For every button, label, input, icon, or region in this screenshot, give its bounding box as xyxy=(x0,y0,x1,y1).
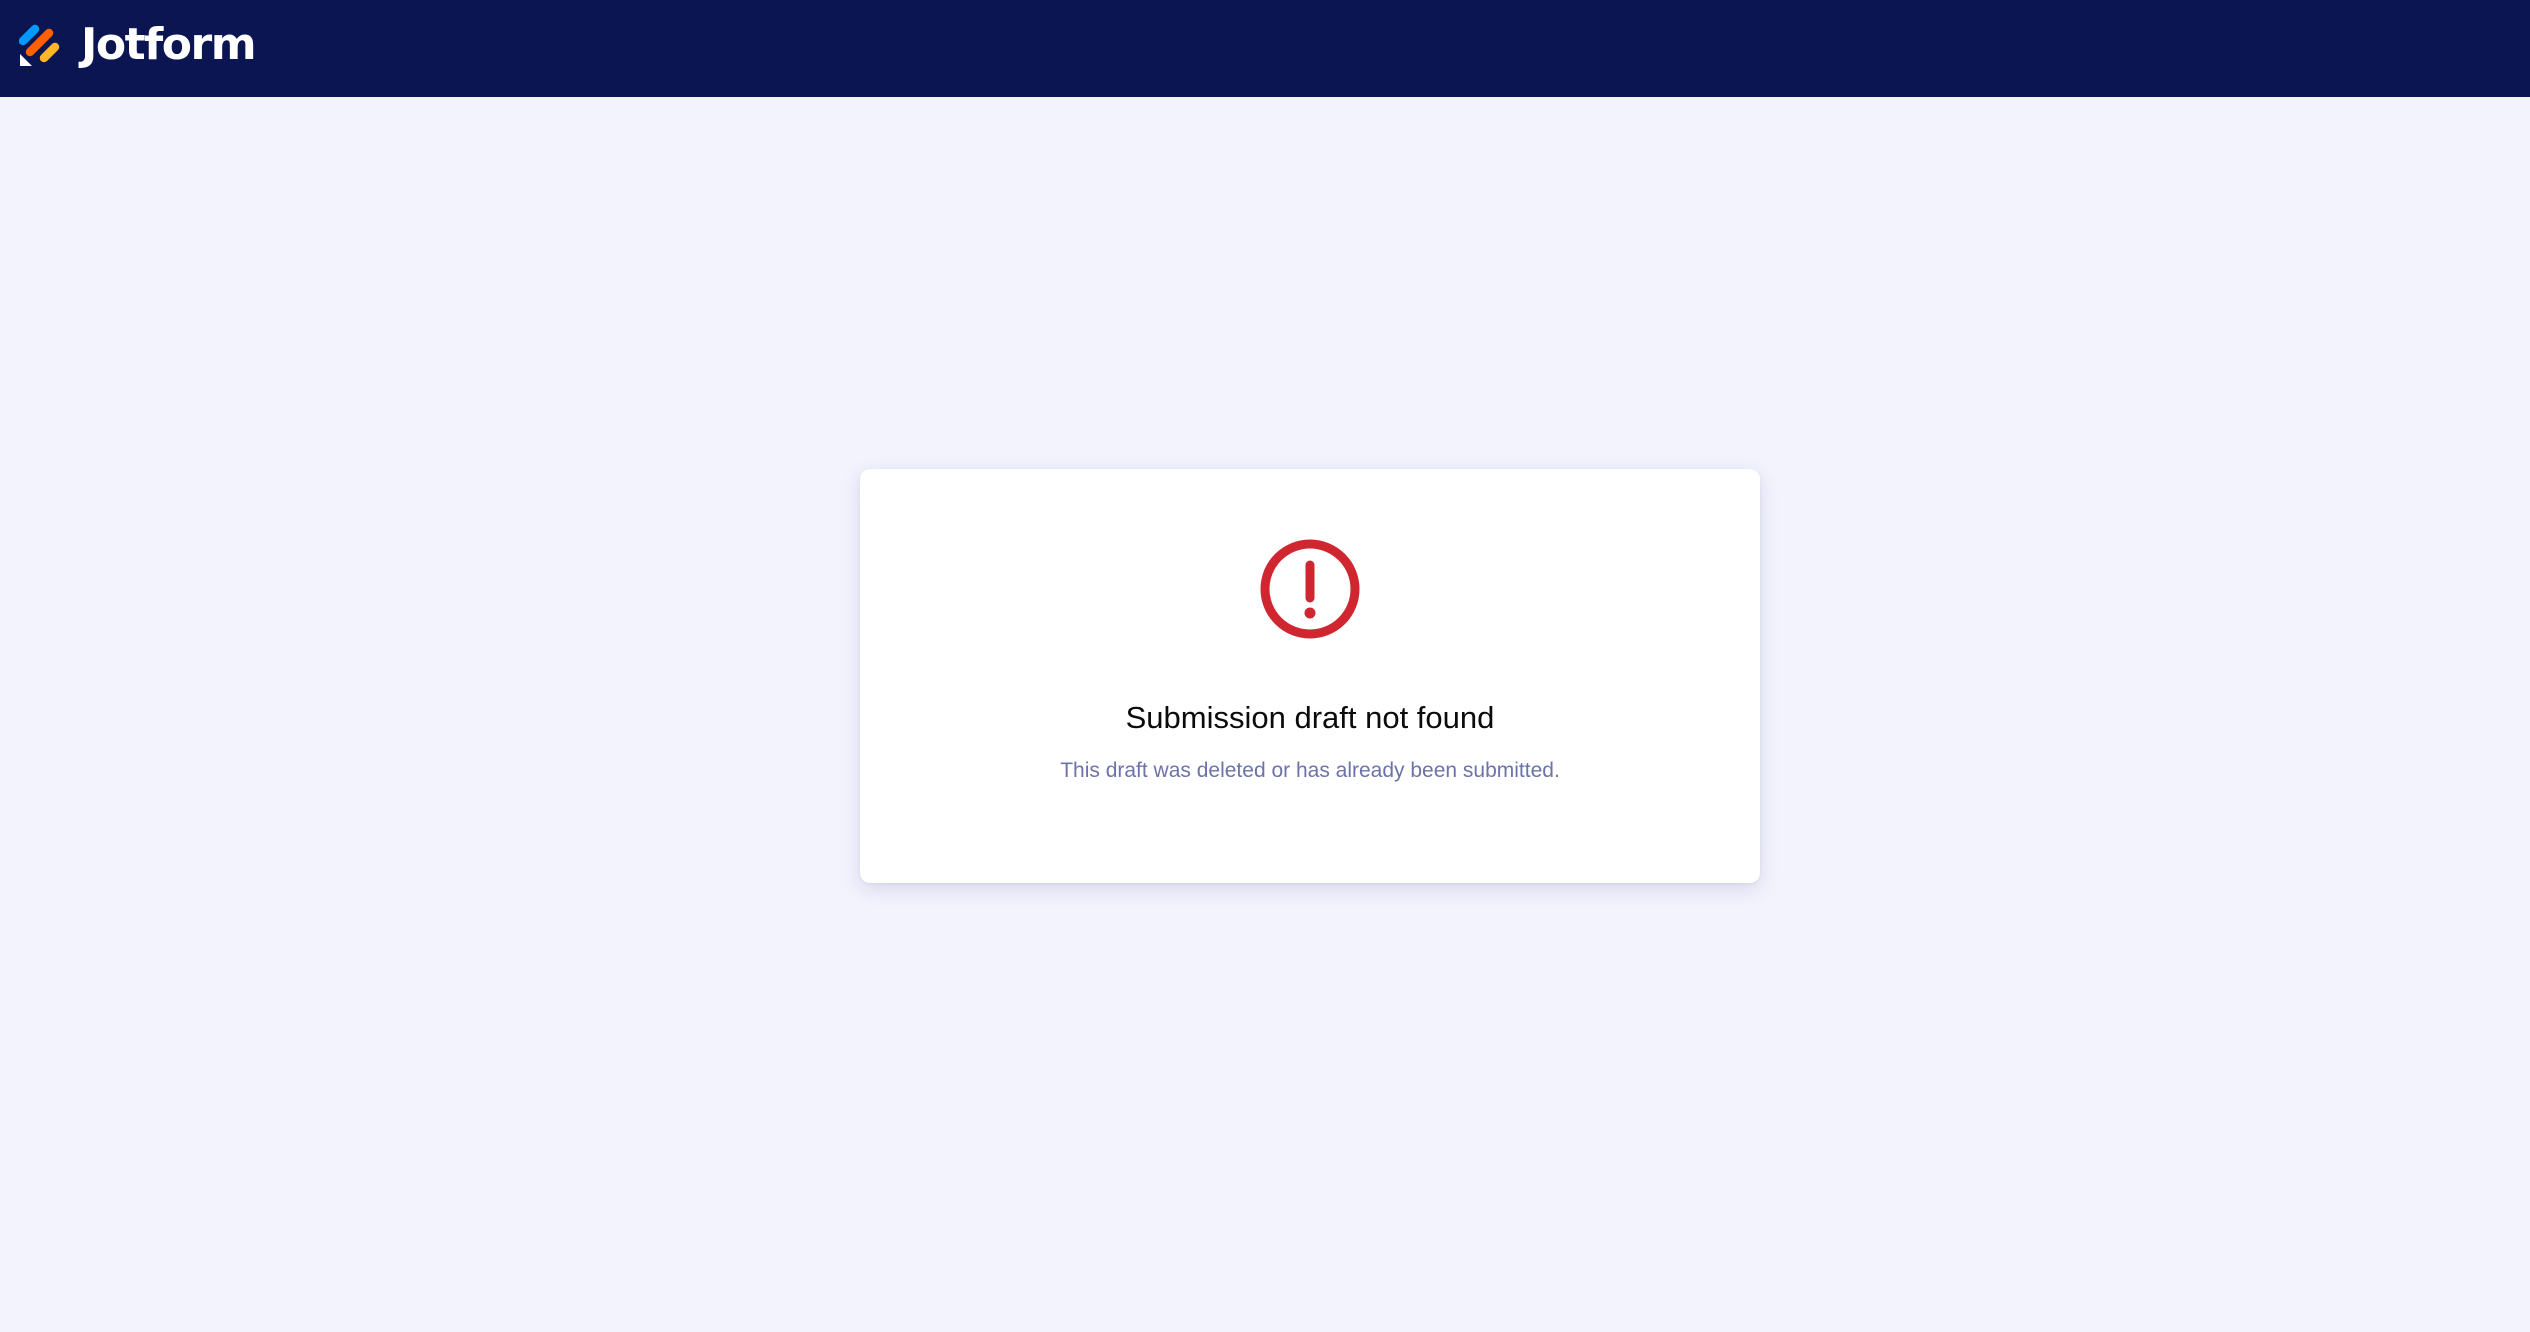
top-navigation-bar: Jotform xyxy=(0,0,2530,97)
error-title: Submission draft not found xyxy=(1125,700,1495,735)
brand-name: Jotform xyxy=(81,19,257,70)
jotform-logo-icon xyxy=(19,24,60,66)
error-card: Submission draft not found This draft wa… xyxy=(860,469,1760,883)
alert-circle-icon xyxy=(1260,539,1360,639)
error-description: This draft was deleted or has already be… xyxy=(1060,759,1560,782)
jotform-logo-link[interactable]: Jotform xyxy=(19,19,257,70)
